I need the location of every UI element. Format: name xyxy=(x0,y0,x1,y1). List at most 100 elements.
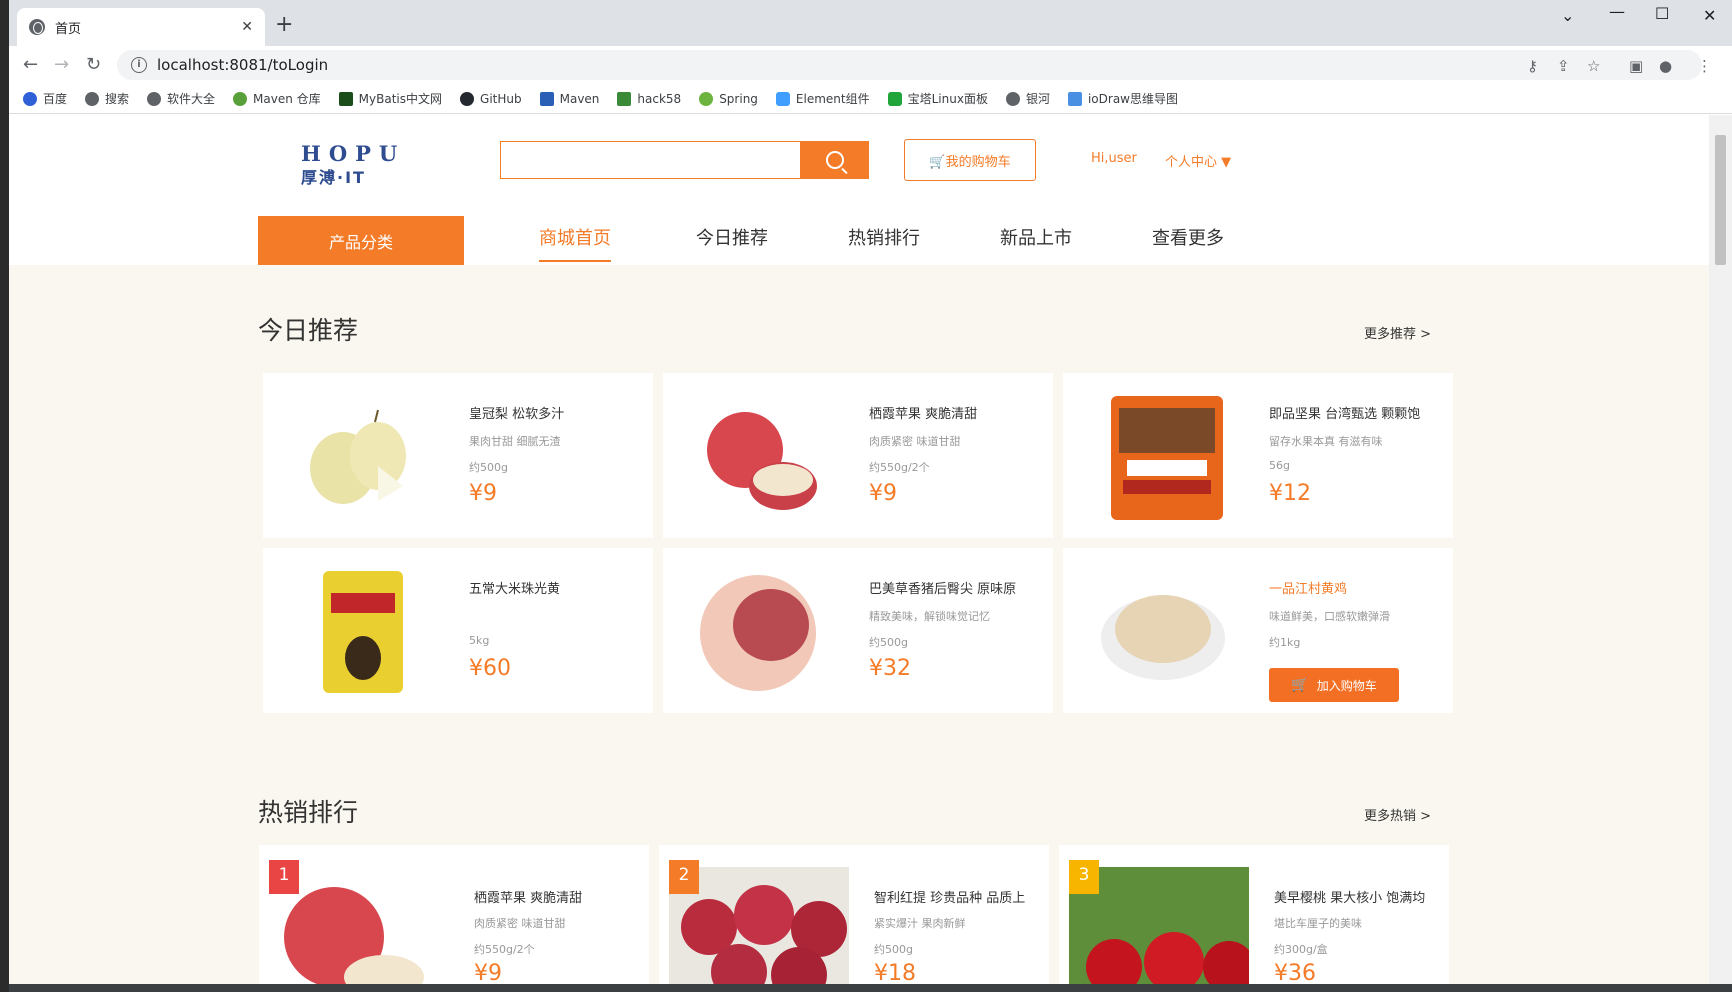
bookmark-item[interactable]: 软件大全 xyxy=(147,90,215,107)
product-name[interactable]: 智利红提 珍贵品种 品质上 xyxy=(874,887,1025,906)
product-card[interactable]: 巴美草香猪后臀尖 原味原 精致美味，解锁味觉记忆 约500g ¥32 xyxy=(663,548,1053,713)
my-cart-button[interactable]: 🛒我的购物车 xyxy=(904,139,1036,181)
bookmarks-bar: 百度 搜索 软件大全 Maven 仓库 MyBatis中文网 GitHub Ma… xyxy=(9,84,1732,114)
bookmark-item[interactable]: ioDraw思维导图 xyxy=(1067,90,1178,107)
product-name[interactable]: 即品坚果 台湾甄选 颗颗饱 xyxy=(1269,403,1420,422)
browser-tab[interactable]: 首页 ✕ xyxy=(17,8,265,46)
product-weight: 约1kg xyxy=(1269,636,1301,649)
hopu-logo[interactable]: HOPU 厚溥·IT xyxy=(301,141,431,191)
product-desc: 紧实爆汁 果肉新鲜 xyxy=(874,917,966,930)
profile-icon[interactable]: ● xyxy=(1659,57,1672,75)
product-price: ¥9 xyxy=(869,481,897,506)
product-card[interactable]: 五常大米珠光黄 5kg ¥60 xyxy=(263,548,653,713)
product-desc: 肉质紧密 味道甘甜 xyxy=(474,917,566,930)
bookmark-item[interactable]: 银河 xyxy=(1005,90,1050,107)
spring-icon xyxy=(699,91,714,106)
user-center-dropdown[interactable]: 个人中心 ▼ xyxy=(1165,151,1231,170)
bookmark-item[interactable]: MyBatis中文网 xyxy=(338,90,442,107)
page-scrollbar[interactable] xyxy=(1709,115,1732,984)
address-bar[interactable]: i localhost:8081/toLogin xyxy=(117,50,1702,80)
product-card[interactable]: 即品坚果 台湾甄选 颗颗饱 留存水果本真 有滋有味 56g ¥12 xyxy=(1063,373,1453,538)
new-tab-button[interactable]: + xyxy=(275,14,293,36)
category-button[interactable]: 产品分类 xyxy=(258,216,464,266)
element-icon xyxy=(775,91,790,106)
nav-today[interactable]: 今日推荐 xyxy=(696,224,768,260)
product-name[interactable]: 美早樱桃 果大核小 饱满均 xyxy=(1274,887,1425,906)
share-icon[interactable]: ⇪ xyxy=(1557,57,1570,75)
tab-strip: 首页 ✕ + ⌄ — ☐ ✕ xyxy=(9,0,1732,46)
bookmark-item[interactable]: Maven 仓库 xyxy=(233,90,321,107)
menu-icon[interactable]: ⋮ xyxy=(1697,57,1712,75)
rank-badge: 3 xyxy=(1069,860,1099,894)
web-page: HOPU 厚溥·IT 🛒我的购物车 Hi,user 个人中心 ▼ 产品分类 商城… xyxy=(9,115,1709,984)
product-desc: 留存水果本真 有滋有味 xyxy=(1269,435,1383,448)
hot-product-card[interactable]: 3 美早樱桃 果大核小 饱满均 堪比车厘子的美味 约300g/盒 ¥36 xyxy=(1059,845,1449,984)
star-icon[interactable]: ☆ xyxy=(1587,57,1600,75)
info-icon[interactable]: i xyxy=(131,57,147,73)
bookmark-item[interactable]: 搜索 xyxy=(85,90,129,107)
pear-image xyxy=(310,409,406,504)
mybatis-icon xyxy=(338,91,353,106)
window-close-button[interactable]: ✕ xyxy=(1703,6,1716,25)
product-price: ¥36 xyxy=(1274,961,1316,984)
product-weight: 56g xyxy=(1269,459,1290,472)
reload-icon[interactable]: ↻ xyxy=(86,54,101,75)
product-card[interactable]: 栖霞苹果 爽脆清甜 肉质紧密 味道甘甜 约550g/2个 ¥9 xyxy=(663,373,1053,538)
scrollbar-thumb[interactable] xyxy=(1715,135,1726,265)
chevron-down-icon[interactable]: ⌄ xyxy=(1561,6,1574,25)
product-card[interactable]: 一品江村黄鸡 味道鲜美，口感软嫩弹滑 约1kg 🛒 加入购物车 xyxy=(1063,548,1453,713)
product-desc: 精致美味，解锁味觉记忆 xyxy=(869,610,990,623)
bookmark-item[interactable]: 百度 xyxy=(23,90,67,107)
close-icon[interactable]: ✕ xyxy=(241,19,253,35)
sidepanel-icon[interactable]: ▣ xyxy=(1629,57,1643,75)
search-button[interactable] xyxy=(800,141,869,179)
globe-icon xyxy=(29,19,45,35)
greeting-link[interactable]: Hi,user xyxy=(1091,151,1137,166)
rank-badge: 1 xyxy=(269,860,299,894)
product-weight: 约550g/2个 xyxy=(869,461,930,474)
key-icon[interactable]: ⚷ xyxy=(1527,57,1538,75)
product-card[interactable]: 皇冠梨 松软多汁 果肉甘甜 细腻无渣 约500g ¥9 xyxy=(263,373,653,538)
rice-bag-image xyxy=(323,571,403,693)
minimize-button[interactable]: — xyxy=(1609,2,1625,21)
product-weight: 约500g xyxy=(469,461,508,474)
product-name[interactable]: 巴美草香猪后臀尖 原味原 xyxy=(869,578,1016,597)
bookmark-item[interactable]: Spring xyxy=(699,91,758,106)
bookmark-item[interactable]: Maven xyxy=(539,91,599,106)
iodraw-icon xyxy=(1067,91,1082,106)
today-more-link[interactable]: 更多推荐 > xyxy=(1364,323,1431,342)
back-icon[interactable]: ← xyxy=(23,54,38,75)
product-name[interactable]: 栖霞苹果 爽脆清甜 xyxy=(869,403,977,422)
product-price: ¥12 xyxy=(1269,481,1311,506)
bookmark-item[interactable]: GitHub xyxy=(460,91,522,106)
product-name[interactable]: 皇冠梨 松软多汁 xyxy=(469,403,564,422)
search-input[interactable] xyxy=(500,141,802,179)
baota-icon xyxy=(887,91,902,106)
product-price: ¥60 xyxy=(469,656,511,681)
bookmark-item[interactable]: hack58 xyxy=(617,91,681,106)
baidu-icon xyxy=(23,91,37,106)
product-name[interactable]: 栖霞苹果 爽脆清甜 xyxy=(474,887,582,906)
add-to-cart-button[interactable]: 🛒 加入购物车 xyxy=(1269,668,1399,702)
product-price: ¥9 xyxy=(474,961,502,984)
product-desc: 堪比车厘子的美味 xyxy=(1274,917,1362,930)
bookmark-item[interactable]: Element组件 xyxy=(775,90,870,107)
product-desc: 味道鲜美，口感软嫩弹滑 xyxy=(1269,610,1390,623)
forward-icon[interactable]: → xyxy=(54,54,69,75)
maximize-button[interactable]: ☐ xyxy=(1655,4,1669,23)
hot-product-card[interactable]: 1 栖霞苹果 爽脆清甜 肉质紧密 味道甘甜 约550g/2个 ¥9 xyxy=(259,845,649,984)
product-weight: 约300g/盒 xyxy=(1274,943,1328,956)
bookmark-item[interactable]: 宝塔Linux面板 xyxy=(887,90,988,107)
nav-hot[interactable]: 热销排行 xyxy=(848,224,920,260)
product-name[interactable]: 一品江村黄鸡 xyxy=(1269,578,1347,597)
hack58-icon xyxy=(617,91,632,106)
maven-icon xyxy=(539,91,554,106)
product-desc: 果肉甘甜 细腻无渣 xyxy=(469,435,561,448)
nav-new[interactable]: 新品上市 xyxy=(1000,224,1072,260)
hot-product-card[interactable]: 2 智利红提 珍贵品种 品质上 紧实爆汁 果肉新鲜 约500g ¥18 xyxy=(659,845,1049,984)
chicken-image xyxy=(1101,595,1225,680)
hot-more-link[interactable]: 更多热销 > xyxy=(1364,805,1431,824)
nav-home[interactable]: 商城首页 xyxy=(539,224,611,262)
nav-more[interactable]: 查看更多 xyxy=(1152,224,1224,260)
product-name[interactable]: 五常大米珠光黄 xyxy=(469,578,560,597)
